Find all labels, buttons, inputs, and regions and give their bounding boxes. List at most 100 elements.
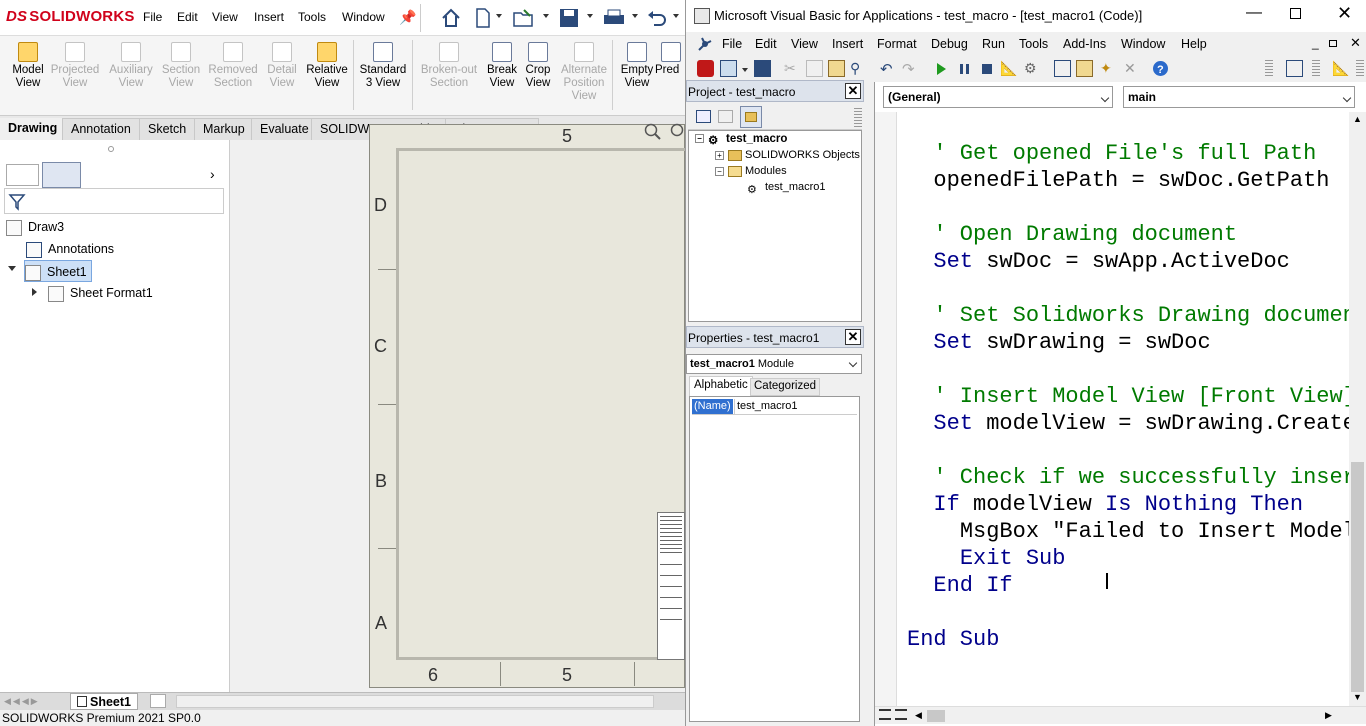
design-mode-icon[interactable]: 📐	[1000, 60, 1017, 77]
code-line[interactable]: If modelView Is Nothing Then	[907, 491, 1303, 518]
tab-alphabetic[interactable]: Alphabetic	[689, 376, 753, 396]
property-value[interactable]: test_macro1	[734, 399, 798, 414]
reset-icon[interactable]	[978, 60, 995, 77]
section-view-button[interactable]: Section View	[153, 38, 209, 114]
code-line[interactable]: MsgBox "Failed to Insert Model View"	[907, 518, 1366, 545]
scroll-down-icon[interactable]: ▼	[1353, 692, 1362, 702]
redo-icon[interactable]: ↷	[902, 60, 919, 78]
tree-item-sheet1[interactable]: Sheet1	[24, 260, 92, 282]
toolbar-grip[interactable]	[854, 108, 862, 128]
object-combo[interactable]: (General)	[883, 86, 1113, 108]
close-icon[interactable]: ✕	[1350, 35, 1361, 51]
scroll-up-icon[interactable]: ▲	[1353, 114, 1362, 124]
tree-item-drawing[interactable]: Draw3	[6, 216, 64, 238]
collapse-handle[interactable]	[108, 146, 114, 152]
code-line[interactable]: Exit Sub	[907, 545, 1066, 572]
tree-item-solidworks-objects[interactable]: + SOLIDWORKS Objects	[689, 147, 861, 163]
pin-icon[interactable]: 📌	[399, 9, 416, 26]
toolbar-icon[interactable]	[1286, 60, 1303, 77]
tab-drawing[interactable]: Drawing	[0, 118, 62, 140]
break-icon[interactable]	[956, 60, 973, 77]
vertical-scrollbar[interactable]: ▲ ▼	[1349, 112, 1366, 708]
full-module-view-icon[interactable]	[895, 709, 907, 720]
menu-help[interactable]: Help	[1181, 37, 1207, 51]
scroll-left-icon[interactable]: ◀	[915, 710, 922, 721]
maximize-icon[interactable]	[1290, 8, 1301, 19]
menu-file[interactable]: File	[722, 37, 742, 51]
help-icon[interactable]: ?	[1152, 60, 1169, 77]
broken-out-section-button[interactable]: Broken-out Section	[419, 38, 479, 114]
new-document-icon[interactable]	[474, 7, 492, 29]
chevron-down-icon[interactable]	[673, 14, 679, 18]
menu-tools[interactable]: Tools	[1019, 37, 1048, 51]
code-line[interactable]: ' Set Solidworks Drawing document	[907, 302, 1366, 329]
tab-markup[interactable]: Markup	[194, 118, 254, 140]
scroll-thumb[interactable]	[927, 710, 945, 722]
horizontal-scrollbar[interactable]: ◀ ▶	[875, 706, 1366, 724]
menu-debug[interactable]: Debug	[931, 37, 968, 51]
code-line[interactable]: End If	[907, 572, 1012, 599]
expand-icon[interactable]	[8, 266, 16, 271]
procedure-view-icon[interactable]	[879, 709, 891, 720]
menu-format[interactable]: Format	[877, 37, 917, 51]
toolbar-grip[interactable]	[1356, 60, 1364, 78]
object-selector[interactable]: test_macro1 Module	[686, 354, 862, 374]
scroll-right-icon[interactable]: ▶	[1325, 710, 1332, 721]
removed-section-button[interactable]: Removed Section	[205, 38, 261, 114]
menu-window[interactable]: Window	[1121, 37, 1165, 51]
chevron-down-icon[interactable]	[543, 14, 549, 18]
chevron-right-icon[interactable]: ›	[210, 166, 215, 182]
open-folder-icon[interactable]	[512, 7, 536, 29]
menu-run[interactable]: Run	[982, 37, 1005, 51]
menu-add-ins[interactable]: Add-Ins	[1063, 37, 1106, 51]
zoom-icon[interactable]	[643, 122, 663, 142]
code-line[interactable]: openedFilePath = swDoc.GetPath	[907, 167, 1329, 194]
horizontal-scrollbar[interactable]	[176, 695, 654, 708]
procedure-combo[interactable]: main	[1123, 86, 1355, 108]
expand-box-icon[interactable]: +	[715, 150, 724, 160]
toolbar-grip[interactable]	[1265, 60, 1273, 78]
code-line[interactable]: ' Get opened File's full Path	[907, 140, 1316, 167]
relative-view-button[interactable]: Relative View	[299, 38, 355, 114]
featuremanager-tab-icon[interactable]	[6, 164, 39, 186]
code-editor[interactable]: ' Get opened File's full Path openedFile…	[907, 112, 1366, 712]
menu-insert[interactable]: Insert	[254, 10, 284, 24]
solidworks-logo[interactable]: DS SOLIDWORKS	[6, 8, 135, 25]
code-line[interactable]: End Sub	[907, 626, 999, 653]
tree-item-sheet-format[interactable]: Sheet Format1	[48, 282, 153, 304]
undo-icon[interactable]	[646, 7, 668, 29]
code-line[interactable]: ' Insert Model View [Front View]	[907, 383, 1355, 410]
standard-3-view-button[interactable]: Standard 3 View	[355, 38, 411, 114]
tree-item-project[interactable]: − ⚙ test_macro	[689, 131, 861, 147]
close-icon[interactable]: ✕	[845, 83, 861, 99]
print-icon[interactable]	[602, 7, 626, 29]
margin-indicator-bar[interactable]	[875, 112, 897, 708]
references-icon[interactable]: ⚙	[1024, 60, 1041, 77]
edit-toolbar-icon[interactable]: 📐	[1332, 60, 1349, 77]
save-icon[interactable]	[558, 7, 580, 29]
menu-edit[interactable]: Edit	[177, 10, 198, 24]
toolbox-icon[interactable]: ✕	[1124, 60, 1141, 77]
minimize-icon[interactable]: _	[1312, 36, 1319, 50]
property-manager-tab-icon[interactable]	[42, 162, 81, 188]
scroll-thumb[interactable]	[1351, 462, 1364, 692]
menu-file[interactable]: File	[143, 10, 162, 24]
zoom-area-icon[interactable]	[668, 122, 685, 142]
solidworks-view-icon[interactable]	[697, 60, 714, 77]
vba-project-icon[interactable]	[696, 35, 714, 53]
collapse-box-icon[interactable]: −	[715, 166, 724, 176]
predefined-view-button[interactable]: Pred	[655, 38, 685, 114]
code-line[interactable]: ' Check if we successfully inserted	[907, 464, 1366, 491]
toolbar-grip[interactable]	[1312, 60, 1320, 78]
save-icon[interactable]	[754, 60, 771, 77]
code-line[interactable]: ' Open Drawing document	[907, 221, 1237, 248]
cut-icon[interactable]: ✂	[784, 60, 801, 77]
toggle-folders-icon[interactable]	[740, 106, 762, 128]
find-icon[interactable]: ⚲	[850, 60, 867, 77]
menu-window[interactable]: Window	[342, 10, 385, 24]
insert-userform-icon[interactable]	[720, 60, 737, 77]
property-row[interactable]: (Name) test_macro1	[692, 399, 857, 415]
menu-view[interactable]: View	[212, 10, 238, 24]
sheet-tab[interactable]: Sheet1	[70, 693, 138, 710]
view-object-icon[interactable]	[718, 110, 733, 123]
